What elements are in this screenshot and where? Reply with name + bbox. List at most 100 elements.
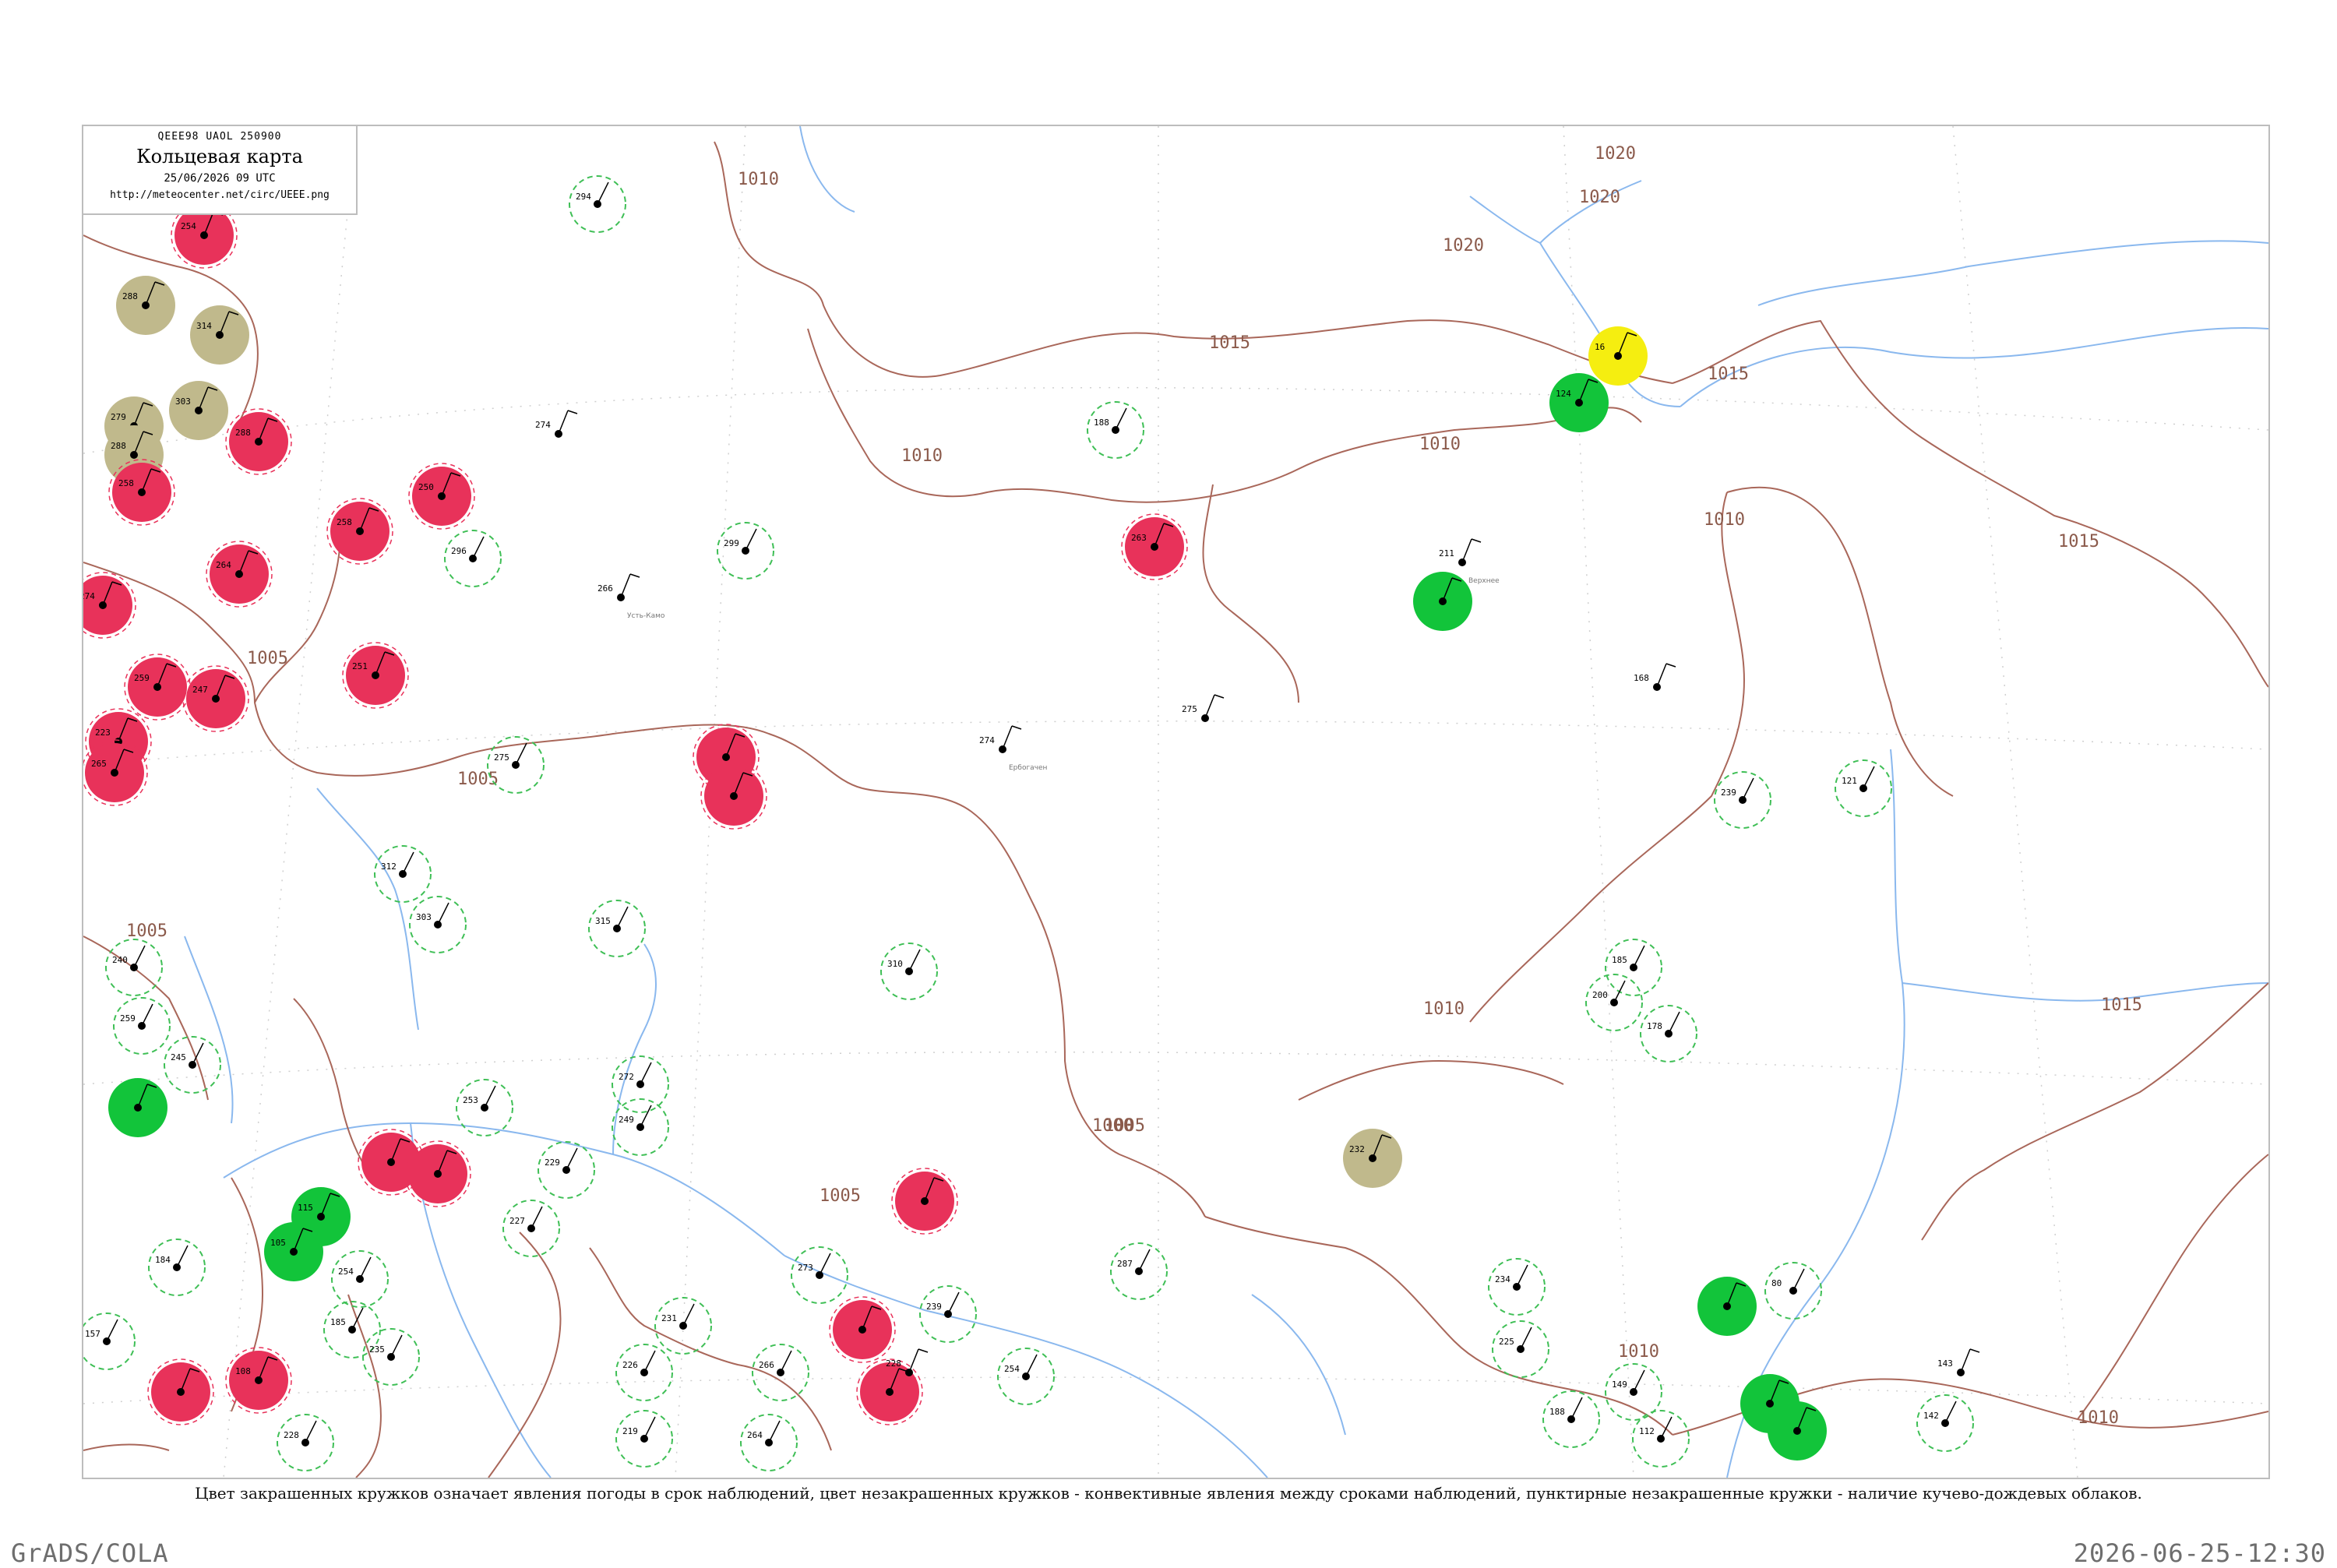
station-thunder[interactable] xyxy=(147,1358,214,1425)
station-fog[interactable]: 303 xyxy=(169,381,228,440)
cb-ring-station[interactable]: 112 xyxy=(1632,1410,1690,1468)
cb-ring-station[interactable]: 254 xyxy=(331,1250,389,1308)
station-thunder[interactable]: 263 xyxy=(1121,513,1188,580)
cb-ring-station[interactable]: 296 xyxy=(444,530,502,587)
cb-ring-station[interactable]: 225 xyxy=(1492,1320,1549,1378)
map-url[interactable]: http://meteocenter.net/circ/UEEE.png xyxy=(83,189,356,201)
station-station[interactable]: 275 xyxy=(1182,694,1225,722)
pressure-value: 211 xyxy=(1439,548,1454,558)
pressure-value: 303 xyxy=(175,396,191,407)
pressure-value: 105 xyxy=(270,1238,286,1248)
wind-barb xyxy=(1516,1264,1528,1288)
cb-ring-station[interactable]: 80 xyxy=(1764,1262,1822,1320)
station-rain[interactable] xyxy=(1697,1277,1757,1336)
cb-ring-station[interactable]: 273 xyxy=(791,1246,848,1304)
software-credit: GrADS/COLA xyxy=(11,1538,169,1568)
cb-ring-station[interactable]: 315 xyxy=(588,900,646,957)
cb-ring-station[interactable]: 184 xyxy=(148,1239,206,1296)
wind-barb xyxy=(106,1319,118,1342)
station-fog[interactable]: 288 xyxy=(116,276,175,335)
cb-ring-station[interactable]: 259 xyxy=(113,997,171,1055)
cb-ring-station[interactable]: 157 xyxy=(83,1313,136,1370)
station-thunder[interactable]: 258 xyxy=(326,498,393,565)
wind-feather xyxy=(1214,694,1225,699)
cb-ring-station[interactable]: 272 xyxy=(612,1055,669,1113)
cb-ring-station[interactable]: 294 xyxy=(569,175,626,233)
station-station[interactable]: 168 xyxy=(1634,663,1676,691)
cb-ring-station[interactable]: 303 xyxy=(409,896,467,953)
cb-ring-station[interactable]: 239 xyxy=(1714,771,1771,829)
cb-ring-station[interactable]: 249 xyxy=(612,1098,669,1156)
pressure-value: 225 xyxy=(1499,1337,1514,1347)
cb-ring-station[interactable]: 287 xyxy=(1110,1242,1168,1300)
station-thunder[interactable]: 264 xyxy=(206,541,273,608)
station-thunder[interactable]: 288 xyxy=(225,408,292,475)
wind-barb xyxy=(597,181,609,205)
cb-ring-station[interactable]: 264 xyxy=(740,1414,798,1471)
station-thunder[interactable]: 259 xyxy=(124,654,191,721)
pressure-value: 115 xyxy=(298,1203,313,1213)
cb-ring-station[interactable]: 254 xyxy=(997,1348,1055,1405)
station-station[interactable]: 274 Ербогачен xyxy=(979,725,1048,772)
cb-ring-station[interactable]: 310 xyxy=(880,943,938,1000)
isobar-label: 1015 xyxy=(1708,365,1749,384)
cb-ring-station[interactable]: 245 xyxy=(164,1036,221,1094)
pressure-value: 274 xyxy=(83,591,95,601)
cb-ring-station[interactable]: 234 xyxy=(1488,1258,1546,1316)
cb-ring-station[interactable]: 219 xyxy=(615,1410,673,1468)
wind-barb xyxy=(1660,1416,1673,1439)
station-thunder[interactable]: 247 xyxy=(182,665,249,732)
cb-ring-station[interactable]: 226 xyxy=(615,1344,673,1401)
cb-ring-station[interactable]: 299 xyxy=(717,522,774,580)
station-station[interactable]: 143 xyxy=(1937,1348,1980,1376)
station-thunder[interactable]: 108 xyxy=(225,1347,292,1414)
pressure-value: 234 xyxy=(1495,1274,1510,1284)
station-rain[interactable] xyxy=(108,1078,167,1137)
isobar-label: 1010 xyxy=(901,446,943,466)
station-rain[interactable]: 105 xyxy=(264,1222,323,1281)
pressure-value: 142 xyxy=(1923,1411,1939,1421)
cb-ring-station[interactable]: 266 xyxy=(752,1344,809,1401)
cb-ring-station[interactable]: 227 xyxy=(502,1200,560,1257)
cb-ring-station[interactable]: 312 xyxy=(374,845,432,903)
station-thunder[interactable]: 251 xyxy=(342,642,409,709)
station-rain[interactable] xyxy=(1768,1401,1827,1461)
weather-map[interactable]: 1020 1020 1020 1015 1015 1010 1010 1010 1015 1005… xyxy=(82,125,2270,1479)
station-snow[interactable]: 16 xyxy=(1588,326,1648,386)
wind-feather xyxy=(567,410,578,414)
pressure-value: 258 xyxy=(118,478,134,488)
pressure-value: 143 xyxy=(1937,1358,1953,1369)
station-thunder[interactable]: 250 xyxy=(408,463,475,530)
isobar-label: 1010 xyxy=(2078,1408,2119,1428)
station-thunder[interactable]: 274 xyxy=(83,572,136,639)
cb-ring-station[interactable]: 188 xyxy=(1087,401,1144,459)
isobar-labels: 1020 1020 1020 1015 1015 1010 1010 1010 1015 1005… xyxy=(126,144,2142,1428)
station-fog[interactable]: 232 xyxy=(1343,1129,1402,1188)
station-thunder[interactable] xyxy=(829,1296,896,1363)
station-fog[interactable]: 314 xyxy=(190,305,249,365)
cb-ring-station[interactable]: 228 xyxy=(277,1414,334,1471)
pressure-value: 231 xyxy=(661,1313,677,1323)
cb-ring-station[interactable]: 185 xyxy=(1605,939,1662,996)
cb-ring-station[interactable]: 239 xyxy=(919,1285,977,1343)
station-rain[interactable] xyxy=(1413,572,1472,631)
cb-ring-station[interactable]: 235 xyxy=(362,1328,420,1386)
cb-ring-station[interactable]: 240 xyxy=(105,939,163,996)
cb-ring-station[interactable]: 178 xyxy=(1640,1005,1697,1062)
station-station[interactable]: 274 xyxy=(535,410,578,438)
station-rain[interactable]: 124 xyxy=(1549,373,1609,432)
station-station[interactable]: 266 Усть-Камо xyxy=(597,573,665,620)
cb-ring-station[interactable]: 200 xyxy=(1585,974,1643,1031)
pressure-value: 272 xyxy=(619,1072,634,1082)
graticule xyxy=(83,126,2268,1478)
cb-ring-station[interactable]: 188 xyxy=(1542,1390,1600,1448)
station-name: Усть-Камо xyxy=(627,612,665,620)
pressure-value: 266 xyxy=(597,583,613,594)
pressure-value: 235 xyxy=(369,1344,385,1355)
station-thunder[interactable] xyxy=(891,1168,958,1235)
isobar-label: 1020 xyxy=(1579,188,1620,207)
cb-ring-station[interactable]: 121 xyxy=(1835,759,1892,817)
station-thunder[interactable] xyxy=(856,1358,923,1425)
cb-ring-station[interactable]: 229 xyxy=(538,1141,595,1199)
cb-ring-station[interactable]: 142 xyxy=(1916,1394,1974,1452)
